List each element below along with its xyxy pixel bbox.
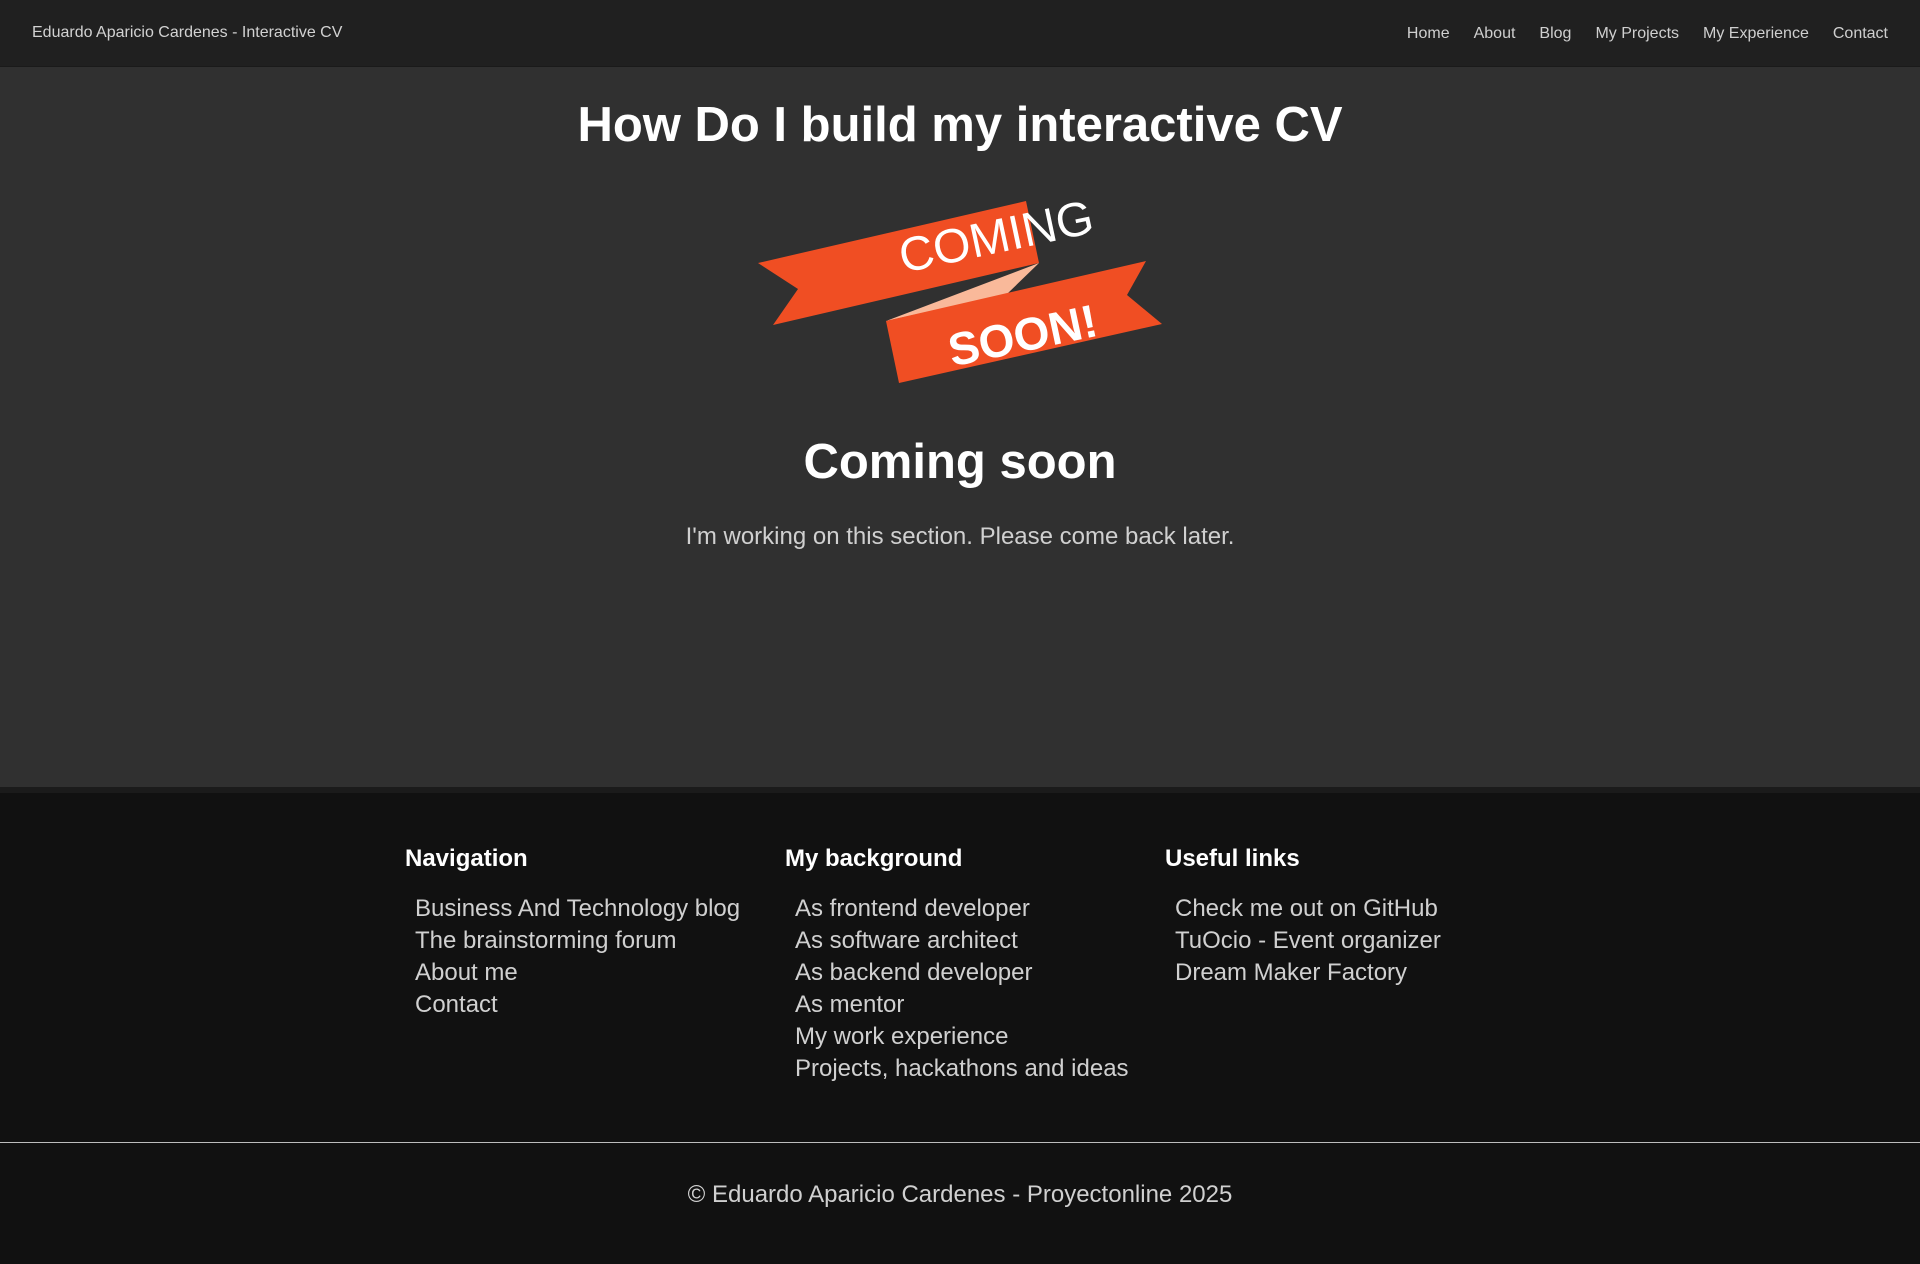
footer-heading-background: My background [785, 845, 963, 872]
list-item: Projects, hackathons and ideas [795, 1053, 1145, 1085]
list-item: TuOcio - Event organizer [1175, 925, 1525, 957]
list-item: Dream Maker Factory [1175, 957, 1525, 989]
footer: Navigation Business And Technology blog … [0, 793, 1920, 1264]
footer-list-background: As frontend developer As software archit… [785, 893, 1145, 1085]
footer-link-dream-maker[interactable]: Dream Maker Factory [1175, 959, 1407, 986]
coming-soon-banner: COMING SOON! [758, 201, 1162, 383]
footer-link-tuocio[interactable]: TuOcio - Event organizer [1175, 927, 1441, 954]
section-title: Coming soon [803, 435, 1117, 489]
footer-link-about[interactable]: About me [415, 959, 518, 986]
copyright-text: © Eduardo Aparicio Cardenes - Proyectonl… [687, 1181, 1233, 1208]
footer-link-work-experience[interactable]: My work experience [795, 1023, 1008, 1050]
footer-link-frontend[interactable]: As frontend developer [795, 895, 1030, 922]
nav-link-blog[interactable]: Blog [1539, 25, 1571, 43]
footer-link-contact[interactable]: Contact [415, 991, 498, 1018]
footer-list-navigation: Business And Technology blog The brainst… [405, 893, 765, 1021]
list-item: As frontend developer [795, 893, 1145, 925]
nav-links: Home About Blog My Projects My Experienc… [1407, 25, 1888, 43]
list-item: As software architect [795, 925, 1145, 957]
main-content: How Do I build my interactive CV COMING … [0, 67, 1920, 787]
nav-link-contact[interactable]: Contact [1833, 25, 1888, 43]
nav-link-about[interactable]: About [1474, 25, 1516, 43]
footer-column-navigation: Navigation Business And Technology blog … [405, 845, 765, 1021]
footer-link-github[interactable]: Check me out on GitHub [1175, 895, 1438, 922]
footer-link-mentor[interactable]: As mentor [795, 991, 904, 1018]
list-item: As mentor [795, 989, 1145, 1021]
footer-list-useful-links: Check me out on GitHub TuOcio - Event or… [1165, 893, 1525, 989]
list-item: Check me out on GitHub [1175, 893, 1525, 925]
section-text: I'm working on this section. Please come… [685, 523, 1235, 550]
footer-heading-navigation: Navigation [405, 845, 528, 872]
footer-column-background: My background As frontend developer As s… [785, 845, 1145, 1085]
nav-link-my-experience[interactable]: My Experience [1703, 25, 1809, 43]
footer-link-backend[interactable]: As backend developer [795, 959, 1033, 986]
footer-heading-useful-links: Useful links [1165, 845, 1300, 872]
brand-link[interactable]: Eduardo Aparicio Cardenes - Interactive … [32, 24, 342, 42]
list-item: My work experience [795, 1021, 1145, 1053]
list-item: As backend developer [795, 957, 1145, 989]
footer-link-architect[interactable]: As software architect [795, 927, 1018, 954]
footer-link-projects[interactable]: Projects, hackathons and ideas [795, 1055, 1129, 1082]
list-item: Contact [415, 989, 765, 1021]
navbar: Eduardo Aparicio Cardenes - Interactive … [0, 0, 1920, 67]
list-item: About me [415, 957, 765, 989]
nav-link-my-projects[interactable]: My Projects [1595, 25, 1679, 43]
footer-link-blog[interactable]: Business And Technology blog [415, 895, 740, 922]
page-title: How Do I build my interactive CV [577, 98, 1343, 152]
footer-divider [0, 1142, 1920, 1143]
footer-column-useful-links: Useful links Check me out on GitHub TuOc… [1165, 845, 1525, 989]
footer-link-forum[interactable]: The brainstorming forum [415, 927, 676, 954]
nav-link-home[interactable]: Home [1407, 25, 1450, 43]
list-item: Business And Technology blog [415, 893, 765, 925]
list-item: The brainstorming forum [415, 925, 765, 957]
